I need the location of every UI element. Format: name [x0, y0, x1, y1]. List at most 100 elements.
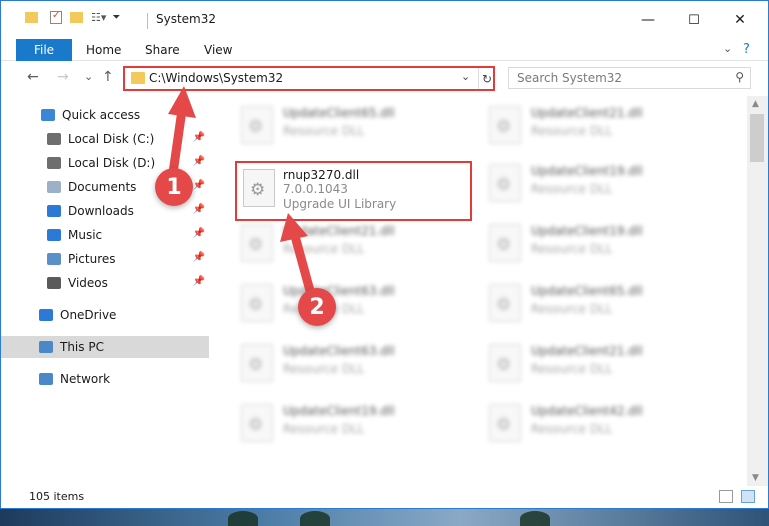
sidebar-item-label: Local Disk (C:) [68, 132, 155, 146]
scroll-down-icon[interactable]: ▼ [752, 473, 759, 483]
back-button[interactable]: ← [27, 69, 39, 85]
properties-icon[interactable]: ✓ [50, 10, 62, 24]
step-2-badge: 2 [298, 288, 336, 326]
file-item-featured[interactable]: ⚙ rnup3270.dll 7.0.0.1043 Upgrade UI Lib… [235, 161, 472, 221]
palm-tree-image [300, 511, 330, 526]
sidebar-item-label: Videos [68, 276, 108, 290]
file-name: UpdateClient42.dll [531, 404, 643, 418]
window-title: System32 [156, 12, 217, 26]
sidebar-item-music[interactable]: Music 📌 [1, 224, 209, 246]
sidebar-item-network[interactable]: Network [1, 368, 209, 390]
pin-icon: 📌 [192, 180, 205, 191]
refresh-button[interactable]: ↻ [478, 68, 495, 89]
details-view-icon[interactable] [719, 490, 733, 503]
tab-view[interactable]: View [204, 43, 232, 57]
scrollbar-thumb[interactable] [750, 114, 764, 162]
file-item[interactable]: ⚙ UpdateClient19.dll Resource DLL [483, 216, 723, 272]
sidebar-item-this-pc[interactable]: This PC [1, 336, 209, 358]
sidebar-item-label: Pictures [68, 252, 116, 266]
vertical-scrollbar[interactable]: ▲ ▼ [747, 96, 768, 486]
file-description: Resource DLL [283, 124, 365, 138]
music-icon [47, 229, 61, 241]
file-name: UpdateClient65.dll [283, 106, 395, 120]
file-item[interactable]: ⚙ UpdateClient19.dll Resource DLL [483, 156, 723, 212]
file-item[interactable]: ⚙ UpdateClient42.dll Resource DLL [483, 396, 723, 452]
file-item[interactable]: ⚙ UpdateClient21.dll Resource DLL [483, 98, 723, 154]
tab-share[interactable]: Share [145, 43, 180, 57]
maximize-button[interactable]: ☐ [671, 1, 717, 39]
drive-icon [47, 133, 61, 145]
cloud-icon [39, 309, 53, 321]
dll-file-icon: ⚙ [489, 224, 521, 262]
search-icon[interactable]: ⚲ [735, 70, 744, 84]
file-item[interactable]: ⚙ UpdateClient21.dll Resource DLL [235, 216, 475, 272]
file-item[interactable]: ⚙UpdateClient63.dllResource DLL [235, 336, 475, 392]
pin-icon: 📌 [192, 204, 205, 215]
tab-file[interactable]: File [16, 39, 72, 61]
file-item[interactable]: ⚙UpdateClient63.dllResource DLL [235, 276, 475, 332]
file-name: UpdateClient19.dll [283, 404, 395, 418]
address-text[interactable]: C:\Windows\System32 [149, 71, 283, 85]
chevron-down-icon[interactable]: ⌄ [461, 70, 470, 83]
pictures-icon [47, 253, 61, 265]
file-list: ⚙ rnup3270.dll 7.0.0.1043 Upgrade UI Lib… [215, 96, 747, 486]
address-bar[interactable]: C:\Windows\System32 ⌄ ↻ [123, 66, 495, 91]
recent-locations-button[interactable]: ⌄ [84, 70, 93, 83]
file-item[interactable]: ⚙ UpdateClient19.dll Resource DLL [235, 396, 475, 452]
dll-file-icon: ⚙ [241, 344, 273, 382]
sidebar-item-label: Downloads [68, 204, 134, 218]
new-folder-icon[interactable] [70, 12, 83, 23]
sidebar-item-label: Music [68, 228, 103, 242]
file-description: Resource DLL [283, 362, 365, 376]
minimize-button[interactable]: — [625, 1, 671, 39]
sidebar-item-label: Local Disk (D:) [68, 156, 156, 170]
title-separator [147, 13, 148, 29]
customize-icon[interactable]: ☷▾ [91, 11, 106, 24]
sidebar-item-quick-access[interactable]: Quick access [1, 104, 209, 126]
dll-file-icon: ⚙ [489, 106, 521, 144]
videos-icon [47, 277, 61, 289]
sidebar-item-videos[interactable]: Videos 📌 [1, 272, 209, 294]
file-name: UpdateClient19.dll [531, 164, 643, 178]
title-bar: ✓ ☷▾ ⏷ System32 — ☐ ✕ [1, 1, 768, 39]
large-icons-view-icon[interactable] [741, 490, 755, 503]
forward-button[interactable]: → [57, 69, 69, 85]
file-name: UpdateClient21.dll [531, 106, 643, 120]
file-name: UpdateClient21.dll [531, 344, 643, 358]
status-bar: 105 items [1, 486, 768, 508]
file-description: Resource DLL [531, 242, 613, 256]
network-icon [39, 373, 53, 385]
sidebar-item-label: Network [60, 372, 111, 386]
close-button[interactable]: ✕ [717, 1, 763, 39]
help-icon[interactable]: ? [743, 42, 750, 57]
sidebar-item-label: Quick access [62, 108, 141, 122]
navigation-bar: ← → ⌄ ↑ C:\Windows\System32 ⌄ ↻ Search S… [1, 62, 768, 95]
scroll-up-icon[interactable]: ▲ [752, 99, 759, 109]
sidebar-item-onedrive[interactable]: OneDrive [1, 304, 209, 326]
file-item[interactable]: ⚙ UpdateClient65.dll Resource DLL [235, 98, 475, 154]
dll-file-icon: ⚙ [489, 284, 521, 322]
sidebar-item-pictures[interactable]: Pictures 📌 [1, 248, 209, 270]
search-placeholder: Search System32 [517, 71, 623, 85]
quick-access-toolbar: ✓ ☷▾ ⏷ [25, 10, 120, 24]
dll-file-icon: ⚙ [241, 106, 273, 144]
file-name: UpdateClient21.dll [283, 224, 395, 238]
file-description: Resource DLL [531, 362, 613, 376]
computer-icon [39, 341, 53, 353]
tab-home[interactable]: Home [86, 43, 121, 57]
file-item[interactable]: ⚙ UpdateClient21.dll Resource DLL [483, 336, 723, 392]
file-item[interactable]: ⚙ UpdateClient65.dll Resource DLL [483, 276, 723, 332]
up-button[interactable]: ↑ [102, 69, 114, 85]
documents-icon [47, 181, 61, 193]
star-icon [41, 109, 55, 121]
desktop-background [0, 509, 769, 526]
sidebar-item-local-disk-c[interactable]: Local Disk (C:) 📌 [1, 128, 209, 150]
expand-ribbon-icon[interactable]: ⌄ [723, 42, 732, 55]
download-icon [47, 205, 61, 217]
dropdown-arrow-icon[interactable]: ⏷ [112, 12, 120, 23]
file-description: Upgrade UI Library [283, 197, 397, 211]
search-input[interactable]: Search System32 ⚲ [508, 67, 751, 89]
file-description: Resource DLL [531, 182, 613, 196]
drive-icon [47, 157, 61, 169]
pin-icon: 📌 [192, 276, 205, 287]
